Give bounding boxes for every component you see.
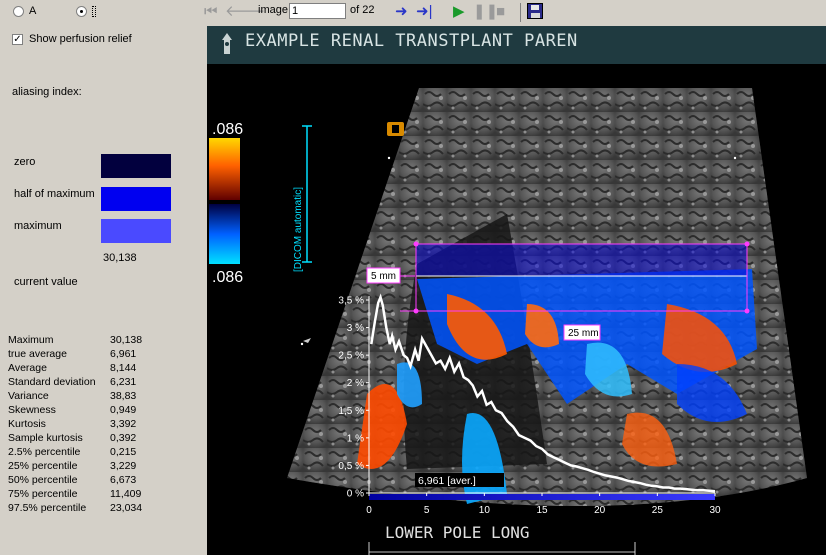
stat-label: 2.5% percentile: [8, 446, 81, 458]
stat-value: 0,215: [110, 446, 137, 458]
stat-value: 38,83: [110, 390, 137, 402]
level-half-swatch[interactable]: [101, 187, 171, 211]
radio-option-a[interactable]: [13, 6, 24, 17]
level-max-label: maximum: [14, 220, 62, 232]
viewer-title-bar: EXAMPLE RENAL TRANSTPLANT PAREN: [207, 26, 826, 64]
level-zero-swatch[interactable]: [101, 154, 171, 178]
stop-icon[interactable]: ■: [496, 4, 505, 20]
logo-icon: [220, 32, 234, 56]
scale-top-value: .086: [212, 121, 243, 138]
aliasing-index-label: aliasing index:: [12, 86, 82, 98]
scan-plane-label: LOWER POLE LONG: [385, 523, 530, 542]
pointer-marker: [303, 338, 311, 343]
x-tick-label: 25: [652, 505, 664, 516]
stat-value: 6,961: [110, 348, 137, 360]
x-tick-label: 15: [536, 505, 548, 516]
stat-value: 11,409: [110, 488, 142, 500]
settings-panel: A ✓ Show perfusion relief aliasing index…: [0, 0, 207, 555]
x-tick-label: 20: [594, 505, 606, 516]
perfusion-relief-label: Show perfusion relief: [29, 33, 132, 45]
roi-width-label: 25 mm: [568, 328, 599, 339]
next-image-icon[interactable]: ➜: [395, 4, 408, 20]
x-tick-label: 5: [424, 505, 430, 516]
average-label: 6,961 [aver.]: [418, 475, 476, 487]
stat-label: 97.5% percentile: [8, 502, 87, 514]
stat-value: 6,673: [110, 474, 137, 486]
image-number-input[interactable]: [289, 3, 346, 19]
x-tick-label: 30: [709, 505, 721, 516]
level-half-label: half of maximum: [14, 188, 95, 200]
current-value-label: current value: [14, 276, 78, 288]
level-max-swatch[interactable]: [101, 219, 171, 243]
stat-value: 23,034: [110, 502, 143, 514]
stat-label: Maximum: [8, 334, 54, 346]
y-tick-label: 2,5 %: [338, 351, 364, 362]
x-tick-label: 0: [366, 505, 372, 516]
scale-bottom-value: .086: [212, 269, 243, 286]
stat-label: Average: [8, 362, 47, 374]
last-image-icon[interactable]: ➜|: [416, 4, 432, 20]
pause-icon[interactable]: ❚❚: [473, 4, 498, 20]
ultrasound-scene[interactable]: .086 .086 [DICOM automatic] 5 mm 25 mm 0…: [207, 64, 826, 555]
y-tick-label: 3 %: [347, 323, 364, 334]
stat-label: 75% percentile: [8, 488, 78, 500]
y-tick-label: 1,5 %: [338, 406, 364, 417]
save-icon[interactable]: [527, 3, 543, 19]
stat-label: Skewness: [8, 404, 56, 416]
current-value: 30,138: [103, 252, 137, 264]
toolbar-separator: [520, 3, 521, 22]
level-zero-label: zero: [14, 156, 36, 168]
study-title: EXAMPLE RENAL TRANSTPLANT PAREN: [245, 31, 578, 51]
stat-label: Sample kurtosis: [8, 432, 83, 444]
roi-depth-label: 5 mm: [371, 271, 396, 282]
y-tick-label: 2 %: [347, 378, 364, 389]
stat-value: 0,392: [110, 432, 137, 444]
focus-indicator: [92, 6, 96, 17]
image-viewer[interactable]: EXAMPLE RENAL TRANSTPLANT PAREN .086 .08…: [207, 26, 826, 555]
stat-value: 0,949: [110, 404, 137, 416]
stat-label: true average: [8, 348, 67, 360]
stat-label: 50% percentile: [8, 474, 78, 486]
dicom-label: [DICOM automatic]: [293, 187, 304, 272]
y-tick-label: 0 %: [347, 489, 364, 500]
perfusion-relief-checkbox[interactable]: ✓: [12, 34, 23, 45]
stat-value: 3,229: [110, 460, 137, 472]
stat-label: 25% percentile: [8, 460, 78, 472]
image-count-label: of 22: [350, 4, 375, 16]
y-tick-label: 3,5 %: [338, 296, 364, 307]
stat-label: Variance: [8, 390, 49, 402]
image-label: image: [258, 4, 288, 16]
roi-band[interactable]: [416, 244, 747, 276]
play-icon[interactable]: ▶: [453, 4, 465, 20]
stat-label: Kurtosis: [8, 418, 46, 430]
y-tick-label: 1 %: [347, 433, 364, 444]
stat-value: 30,138: [110, 334, 143, 346]
y-tick-label: 0,5 %: [338, 461, 364, 472]
x-tick-label: 10: [479, 505, 491, 516]
radio-option-a-label: A: [29, 5, 37, 17]
color-scale-negative: [209, 204, 240, 264]
color-scale-positive: [209, 138, 240, 200]
radio-option-b[interactable]: [76, 6, 87, 17]
stat-value: 3,392: [110, 418, 137, 430]
toolbar: ⏮ 🡐 image of 22 ➜ ➜| ▶ ❚❚ ■: [204, 0, 826, 26]
first-image-icon[interactable]: ⏮: [204, 4, 218, 20]
stat-label: Standard deviation: [8, 376, 96, 388]
stat-value: 8,144: [110, 362, 137, 374]
stat-value: 6,231: [110, 376, 137, 388]
